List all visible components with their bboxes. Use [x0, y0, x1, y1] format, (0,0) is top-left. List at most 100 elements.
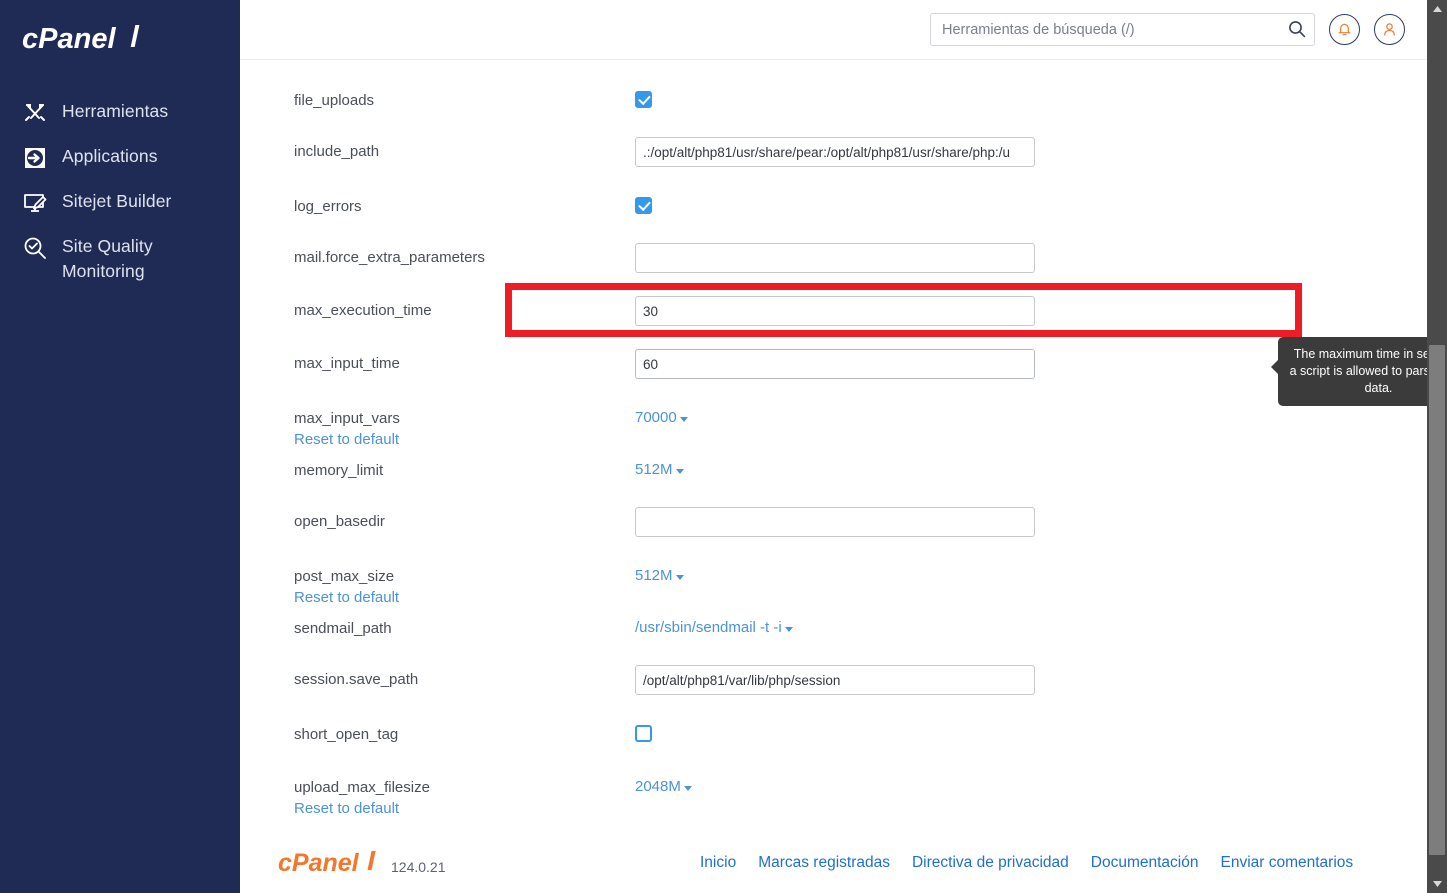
- reset-to-default-link[interactable]: Reset to default: [294, 587, 635, 608]
- version-label: 124.0.21: [391, 859, 446, 875]
- main-panel: file_uploads include_path log_errors: [240, 0, 1447, 893]
- footer-link-inicio[interactable]: Inicio: [700, 854, 736, 872]
- chevron-down-icon: [675, 574, 684, 580]
- footer-link-directiva-de-privacidad[interactable]: Directiva de privacidad: [912, 854, 1069, 872]
- log_errors-checkbox[interactable]: [635, 197, 652, 214]
- cpanel-wordmark-icon: cPanel: [22, 23, 140, 55]
- setting-row-upload_max_filesize: upload_max_filesize Reset to default 204…: [240, 769, 1447, 821]
- setting-row-sendmail_path: sendmail_path /usr/sbin/sendmail -t -i: [240, 610, 1447, 661]
- footer-links: Inicio Marcas registradas Directiva de p…: [700, 854, 1353, 872]
- file_uploads-checkbox[interactable]: [635, 91, 652, 108]
- sidebar-item-label: Site Quality Monitoring: [62, 236, 153, 281]
- search-input[interactable]: [930, 13, 1315, 46]
- setting-row-mail.force_extra_parameters: mail.force_extra_parameters: [240, 239, 1447, 292]
- setting-row-log_errors: log_errors: [240, 188, 1447, 239]
- top-bar: [240, 0, 1447, 60]
- sidebar-item-label: Sitejet Builder: [62, 191, 172, 211]
- setting-row-max_execution_time: max_execution_time: [240, 292, 1447, 345]
- svg-text:cPanel: cPanel: [22, 23, 116, 55]
- setting-row-open_basedir: open_basedir: [240, 503, 1447, 558]
- setting-control: [635, 503, 1447, 537]
- setting-label: file_uploads: [294, 92, 375, 109]
- sidebar-item-herramientas[interactable]: Herramientas: [0, 90, 240, 135]
- sidebar-item-applications[interactable]: Applications: [0, 135, 240, 180]
- tools-icon: [22, 100, 48, 126]
- setting-label: mail.force_extra_parameters: [294, 249, 485, 266]
- sidebar-nav: Herramientas Applications Sitejet Builde…: [0, 90, 240, 293]
- scroll-up-arrow-icon[interactable]: [1427, 0, 1447, 18]
- setting-control: 2048M: [635, 769, 1447, 797]
- scrollbar-thumb[interactable]: [1429, 345, 1445, 855]
- include_path-input[interactable]: [635, 137, 1035, 167]
- setting-label: session.save_path: [294, 671, 419, 688]
- sitejet-builder-icon: [22, 190, 48, 216]
- setting-row-file_uploads: file_uploads: [240, 82, 1447, 133]
- page-scrollbar[interactable]: [1427, 0, 1447, 893]
- search-box: [930, 13, 1315, 46]
- chevron-down-icon: [784, 626, 793, 632]
- setting-control: [635, 716, 1447, 747]
- footer: cPanel 124.0.21 Inicio Marcas registrada…: [240, 833, 1447, 893]
- setting-row-memory_limit: memory_limit 512M: [240, 452, 1447, 503]
- sidebar-item-site-quality-monitoring[interactable]: Site Quality Monitoring: [0, 225, 240, 293]
- session-save-path-input[interactable]: [635, 665, 1035, 695]
- footer-logo[interactable]: cPanel 124.0.21: [240, 849, 700, 877]
- dropdown-value: /usr/sbin/sendmail -t -i: [635, 619, 782, 636]
- setting-row-session.save_path: session.save_path: [240, 661, 1447, 716]
- setting-label-text: post_max_size: [294, 568, 395, 585]
- footer-link-marcas-registradas[interactable]: Marcas registradas: [758, 854, 890, 872]
- notifications-button[interactable]: [1329, 14, 1360, 45]
- setting-label: short_open_tag: [294, 726, 399, 743]
- sendmail_path-dropdown[interactable]: /usr/sbin/sendmail -t -i: [635, 614, 793, 638]
- setting-control: /usr/sbin/sendmail -t -i: [635, 610, 1447, 638]
- open_basedir-input[interactable]: [635, 507, 1035, 537]
- setting-row-short_open_tag: short_open_tag: [240, 716, 1447, 769]
- setting-row-include_path: include_path: [240, 133, 1447, 188]
- memory_limit-dropdown[interactable]: 512M: [635, 456, 684, 480]
- dropdown-value: 2048M: [635, 778, 681, 795]
- setting-control: [635, 188, 1447, 219]
- max_execution_time-input[interactable]: [635, 296, 1035, 326]
- setting-label: sendmail_path: [294, 620, 392, 637]
- setting-row-post_max_size: post_max_size Reset to default 512M: [240, 558, 1447, 610]
- mail-force-extra-parameters-input[interactable]: [635, 243, 1035, 273]
- dropdown-value: 70000: [635, 409, 677, 426]
- setting-control: 512M: [635, 452, 1447, 480]
- setting-label-text: upload_max_filesize: [294, 779, 430, 796]
- setting-label-text: max_input_vars: [294, 410, 400, 427]
- sidebar-item-sitejet-builder[interactable]: Sitejet Builder: [0, 180, 240, 225]
- setting-row-max_input_vars: max_input_vars Reset to default 70000: [240, 400, 1447, 452]
- sidebar-item-label: Applications: [62, 146, 158, 166]
- sidebar-item-label: Herramientas: [62, 101, 169, 121]
- cpanel-logo[interactable]: cPanel: [0, 0, 240, 72]
- reset-to-default-link[interactable]: Reset to default: [294, 429, 635, 450]
- setting-label: post_max_size Reset to default: [294, 558, 635, 608]
- upload_max_filesize-dropdown[interactable]: 2048M: [635, 773, 692, 797]
- cpanel-footer-wordmark-icon: cPanel: [278, 849, 376, 877]
- reset-to-default-link[interactable]: Reset to default: [294, 798, 635, 819]
- svg-text:cPanel: cPanel: [278, 849, 360, 877]
- footer-link-documentacion[interactable]: Documentación: [1091, 854, 1199, 872]
- user-menu-button[interactable]: [1374, 14, 1405, 45]
- setting-control: [635, 239, 1447, 273]
- setting-label: max_input_time: [294, 355, 400, 372]
- setting-control: [635, 133, 1447, 167]
- max_input_time-input[interactable]: [635, 349, 1035, 379]
- php-settings-form: file_uploads include_path log_errors: [240, 60, 1447, 833]
- short_open_tag-checkbox[interactable]: [635, 725, 652, 742]
- scroll-down-arrow-icon[interactable]: [1427, 875, 1447, 893]
- setting-label: include_path: [294, 143, 380, 160]
- chevron-down-icon: [679, 416, 688, 422]
- chevron-down-icon: [675, 468, 684, 474]
- dropdown-value: 512M: [635, 461, 673, 478]
- setting-row-max_input_time: max_input_time: [240, 345, 1447, 400]
- setting-label: open_basedir: [294, 513, 385, 530]
- setting-label: max_execution_time: [294, 302, 432, 319]
- post_max_size-dropdown[interactable]: 512M: [635, 562, 684, 586]
- max_input_vars-dropdown[interactable]: 70000: [635, 404, 688, 428]
- cpanel-app: cPanel Herramientas Applications Sitejet…: [0, 0, 1447, 893]
- setting-label: max_input_vars Reset to default: [294, 400, 635, 450]
- setting-label: memory_limit: [294, 462, 384, 479]
- footer-link-enviar-comentarios[interactable]: Enviar comentarios: [1220, 854, 1353, 872]
- user-icon: [1384, 23, 1395, 36]
